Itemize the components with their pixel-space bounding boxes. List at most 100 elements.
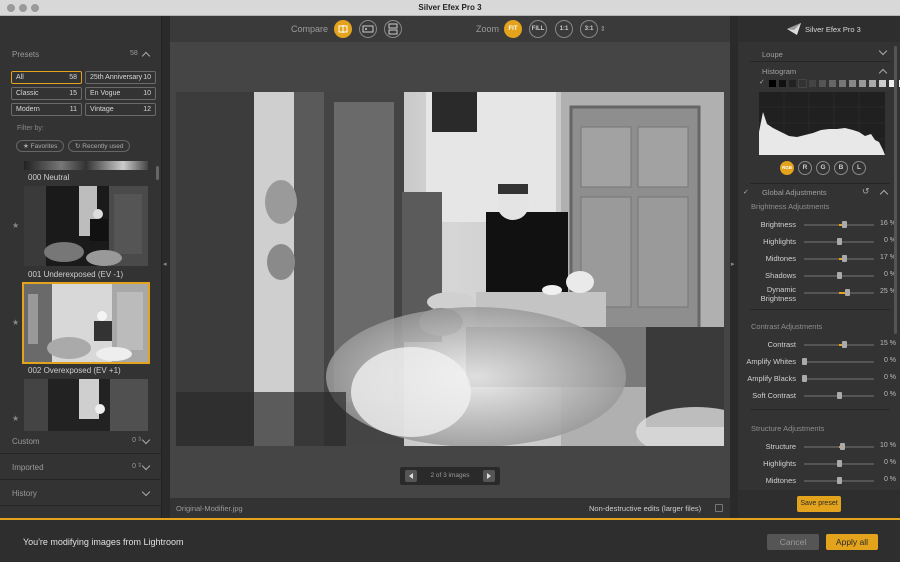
filter-recently-used[interactable]: ↻ Recently used bbox=[68, 140, 131, 152]
preset-category-25th-anniversary[interactable]: 25th Anniversary 10 bbox=[85, 71, 156, 84]
slider-handle[interactable] bbox=[836, 460, 842, 467]
filename-label: Original-Modifier.jpg bbox=[176, 504, 243, 513]
histogram-b-button[interactable]: B bbox=[834, 161, 848, 175]
slider-track[interactable] bbox=[804, 392, 874, 399]
slider-value: 0 % bbox=[883, 391, 896, 398]
loupe-section[interactable]: Loupe bbox=[750, 42, 890, 62]
thumbnail-label: 001 Underexposed (EV -1) bbox=[28, 270, 124, 279]
histogram-rgb-button[interactable]: RGB bbox=[780, 161, 794, 175]
slider-row-structure: Structure 10 % bbox=[738, 442, 900, 458]
preview-info-bar: Original-Modifier.jpg Non-destructive ed… bbox=[170, 498, 730, 518]
slider-track[interactable] bbox=[801, 358, 874, 365]
preset-category-vintage[interactable]: Vintage 12 bbox=[85, 103, 156, 116]
history-section[interactable]: History bbox=[0, 480, 162, 506]
nondestructive-checkbox[interactable] bbox=[715, 504, 723, 512]
preset-category-en-vogue[interactable]: En Vogue 10 bbox=[85, 87, 156, 100]
slider-track[interactable] bbox=[804, 443, 874, 450]
slider-handle[interactable] bbox=[801, 358, 807, 365]
slider-track[interactable] bbox=[804, 272, 874, 279]
thumbnail-001-underexposed[interactable] bbox=[24, 186, 148, 266]
custom-section[interactable]: Custom 0 ⇕ bbox=[0, 428, 162, 454]
compare-side-by-side-button[interactable] bbox=[359, 20, 377, 38]
slider-track[interactable] bbox=[804, 341, 874, 348]
slider-row-amplify-whites: Amplify Whites 0 % bbox=[738, 357, 900, 373]
host-bar: You're modifying images from Lightroom C… bbox=[0, 518, 900, 562]
thumbnail-003[interactable] bbox=[24, 379, 148, 431]
slider-track[interactable] bbox=[804, 255, 874, 262]
histogram-r-button[interactable]: R bbox=[798, 161, 812, 175]
chevron-up-icon[interactable] bbox=[878, 68, 888, 78]
favorite-star-icon[interactable]: ★ bbox=[12, 318, 19, 327]
histogram-l-button[interactable]: L bbox=[852, 161, 866, 175]
slider-track[interactable] bbox=[804, 289, 874, 296]
thumbnail-image bbox=[24, 379, 148, 431]
slider-handle[interactable] bbox=[836, 272, 842, 279]
slider-track[interactable] bbox=[804, 221, 874, 228]
collapse-right-icon[interactable]: ▸ bbox=[731, 260, 735, 268]
group-title: Brightness Adjustments bbox=[751, 202, 830, 211]
favorite-star-icon[interactable]: ★ bbox=[12, 221, 19, 230]
chevron-down-icon[interactable] bbox=[141, 487, 151, 497]
right-panel-collapse-handle[interactable]: ▸ bbox=[730, 16, 738, 518]
slider-row-dynamic-brightness: Dynamic Brightness 25 % bbox=[738, 285, 900, 304]
compare-before-after-button[interactable] bbox=[384, 20, 402, 38]
group-title: Contrast Adjustments bbox=[751, 322, 823, 331]
histogram-g-button[interactable]: G bbox=[816, 161, 830, 175]
slider-handle[interactable] bbox=[841, 341, 847, 348]
side-by-side-icon bbox=[362, 25, 374, 33]
slider-track[interactable] bbox=[804, 477, 874, 484]
thumbnail-scrollbar[interactable] bbox=[156, 166, 159, 180]
imported-section[interactable]: Imported 0 ⇕ bbox=[0, 454, 162, 480]
zoom-stepper-icon[interactable]: ⇕ bbox=[600, 25, 606, 33]
zoom-fill-button[interactable]: FILL bbox=[529, 20, 547, 38]
chevron-down-icon[interactable] bbox=[878, 46, 888, 56]
slider-label: Midtones bbox=[765, 476, 796, 485]
save-preset-button[interactable]: Save preset bbox=[797, 496, 841, 512]
slider-handle[interactable] bbox=[840, 443, 845, 450]
slider-track[interactable] bbox=[801, 375, 874, 382]
chevron-down-icon[interactable] bbox=[141, 461, 151, 471]
slider-row-contrast: Contrast 15 % bbox=[738, 340, 900, 356]
thumbnail-000-neutral[interactable] bbox=[24, 161, 148, 170]
slider-handle[interactable] bbox=[845, 289, 851, 296]
zoom-1-1-button[interactable]: 1:1 bbox=[555, 20, 573, 38]
next-image-button[interactable] bbox=[483, 470, 495, 482]
collapse-left-icon[interactable]: ◂ bbox=[163, 260, 167, 268]
preset-category-modern[interactable]: Modern 11 bbox=[11, 103, 82, 116]
reset-icon[interactable]: ↺ bbox=[862, 186, 870, 197]
slider-handle[interactable] bbox=[842, 255, 848, 262]
global-enable-check-icon[interactable]: ✓ bbox=[743, 188, 749, 196]
thumbnail-002-overexposed[interactable] bbox=[22, 282, 150, 364]
compare-split-button[interactable] bbox=[334, 20, 352, 38]
slider-track[interactable] bbox=[804, 238, 874, 245]
slider-handle[interactable] bbox=[836, 238, 842, 245]
slider-handle[interactable] bbox=[842, 221, 848, 228]
apply-all-button[interactable]: Apply all bbox=[826, 534, 878, 550]
adjustments-scrollbar[interactable] bbox=[894, 46, 897, 334]
slider-handle[interactable] bbox=[836, 477, 842, 484]
clipping-check-icon[interactable]: ✓ bbox=[759, 78, 765, 86]
photo-canvas bbox=[176, 92, 724, 446]
slider-handle[interactable] bbox=[801, 375, 807, 382]
preset-category-classic[interactable]: Classic 15 bbox=[11, 87, 82, 100]
chevron-up-icon[interactable] bbox=[879, 189, 889, 199]
slider-label: Amplify Whites bbox=[746, 357, 796, 366]
filter-favorites[interactable]: ★ Favorites bbox=[16, 140, 65, 152]
slider-track[interactable] bbox=[804, 460, 874, 467]
favorite-star-icon[interactable]: ★ bbox=[12, 414, 19, 423]
chevron-up-icon[interactable] bbox=[141, 51, 151, 61]
cancel-button[interactable]: Cancel bbox=[767, 534, 819, 550]
group-title: Structure Adjustments bbox=[751, 424, 825, 433]
slider-value: 0 % bbox=[883, 357, 896, 364]
left-panel-collapse-handle[interactable]: ◂ bbox=[162, 16, 170, 518]
slider-label: Shadows bbox=[765, 271, 796, 280]
preview-image[interactable] bbox=[176, 92, 724, 446]
image-pager: 2 of 3 images bbox=[400, 467, 500, 485]
preset-category-all[interactable]: All 58 bbox=[11, 71, 82, 84]
slider-handle[interactable] bbox=[836, 392, 842, 399]
zoom-fit-button[interactable]: FIT bbox=[504, 20, 522, 38]
chevron-down-icon[interactable] bbox=[141, 435, 151, 445]
previous-image-button[interactable] bbox=[405, 470, 417, 482]
zoom-3-1-button[interactable]: 3:1 bbox=[580, 20, 598, 38]
presets-header[interactable]: Presets 58 bbox=[0, 40, 162, 61]
